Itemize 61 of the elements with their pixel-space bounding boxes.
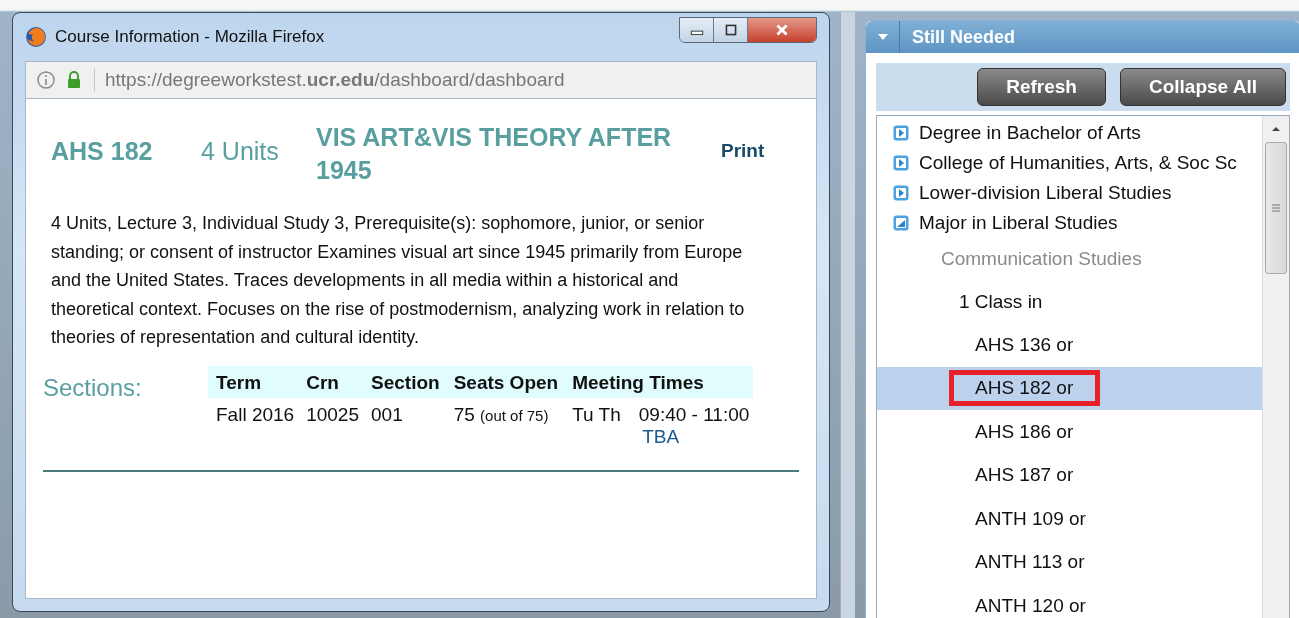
minimize-button[interactable]: [680, 18, 714, 42]
print-link[interactable]: Print: [721, 140, 765, 162]
scroll-up-icon: [1271, 126, 1281, 132]
scrollbar[interactable]: [1262, 116, 1289, 618]
expand-icon[interactable]: [893, 185, 909, 201]
course-label: AHS 187 or: [975, 463, 1074, 488]
meeting-time: 09:40 - 11:00: [638, 403, 750, 426]
caret-icon: [876, 33, 889, 41]
course-row[interactable]: AHS 136 or: [877, 323, 1262, 367]
course-description: 4 Units, Lecture 3, Individual Study 3, Prerequisite(s): sophomore, junior, or senior standing; or consent of instructor Examines visual art since 1945 primarily from Europe and the United States. Traces developments in all media within a historical and theoretical context. Focuses on the rise of postmodernism, analyzing work in relation to theories of representation and cultural identity.: [51, 212, 746, 349]
meeting-days: Tu Th: [572, 403, 621, 426]
course-code: AHS 182: [51, 137, 154, 166]
window-title: Course Information - Mozilla Firefox: [55, 27, 326, 47]
close-button[interactable]: [748, 18, 816, 42]
address-bar[interactable]: https://degreeworkstest.ucr.edu/dashboard/dashboard: [25, 61, 817, 99]
refresh-button[interactable]: Refresh: [977, 68, 1106, 106]
column-header: Term: [208, 365, 299, 398]
requirement-label[interactable]: College of Humanities, Arts, & Soc Sc: [919, 148, 1237, 178]
seats-total: (out of 75): [480, 406, 549, 424]
expand-icon[interactable]: [893, 155, 909, 171]
requirement-label[interactable]: Major in Liberal Studies: [919, 208, 1118, 238]
course-row[interactable]: AHS 182 or: [877, 366, 1262, 410]
column-header: Section: [363, 365, 446, 398]
maximize-button[interactable]: [714, 18, 748, 42]
url-text: https://degreeworkstest.ucr.edu/dashboard/dashboard: [105, 69, 565, 91]
splitter-handle[interactable]: [840, 12, 855, 618]
close-icon: [774, 24, 790, 36]
grip-icon: [1272, 204, 1280, 212]
course-row[interactable]: ANTH 109 or: [877, 497, 1262, 541]
requirement-label[interactable]: Lower-division Liberal Studies: [919, 178, 1172, 208]
course-label: ANTH 120 or: [975, 593, 1086, 618]
course-label: ANTH 109 or: [975, 506, 1086, 531]
course-label: AHS 186 or: [975, 419, 1074, 444]
column-header: Crn: [298, 365, 363, 398]
course-title: VIS ART&VIS THEORY AFTER 1945: [316, 122, 673, 186]
course-units: 4 Units: [201, 137, 280, 166]
browser-logo-icon: [25, 26, 47, 48]
sections-label: Sections:: [43, 373, 143, 403]
table-cell: 10025: [298, 397, 363, 448]
course-row[interactable]: ANTH 113 or: [877, 540, 1262, 584]
course-row[interactable]: AHS 187 or: [877, 453, 1262, 497]
collapse-all-button[interactable]: Collapse All: [1119, 68, 1286, 106]
column-header: Meeting Times: [564, 365, 754, 398]
requirement-label: 1 Class in: [959, 289, 1043, 314]
course-label: ANTH 113 or: [975, 550, 1085, 575]
column-header: Seats Open: [445, 365, 565, 398]
expanded-icon[interactable]: [893, 215, 909, 231]
scrollbar-thumb[interactable]: [1265, 142, 1287, 274]
meeting-location: TBA: [642, 425, 681, 448]
requirement-label[interactable]: Degree in Bachelor of Arts: [919, 118, 1141, 148]
course-row[interactable]: ANTH 120 or: [877, 584, 1262, 618]
info-icon: [36, 70, 56, 90]
requirement-label: Communication Studies: [941, 247, 1142, 271]
course-label: AHS 182 or: [949, 370, 1101, 407]
table-cell: 001: [363, 397, 446, 448]
course-row[interactable]: AHS 186 or: [877, 410, 1262, 454]
table-cell: 75: [453, 403, 475, 425]
expand-icon[interactable]: [893, 125, 909, 141]
table-cell: Fall 2016: [208, 397, 299, 448]
panel-title: Still Needed: [912, 26, 1016, 48]
course-label: AHS 136 or: [975, 332, 1074, 357]
